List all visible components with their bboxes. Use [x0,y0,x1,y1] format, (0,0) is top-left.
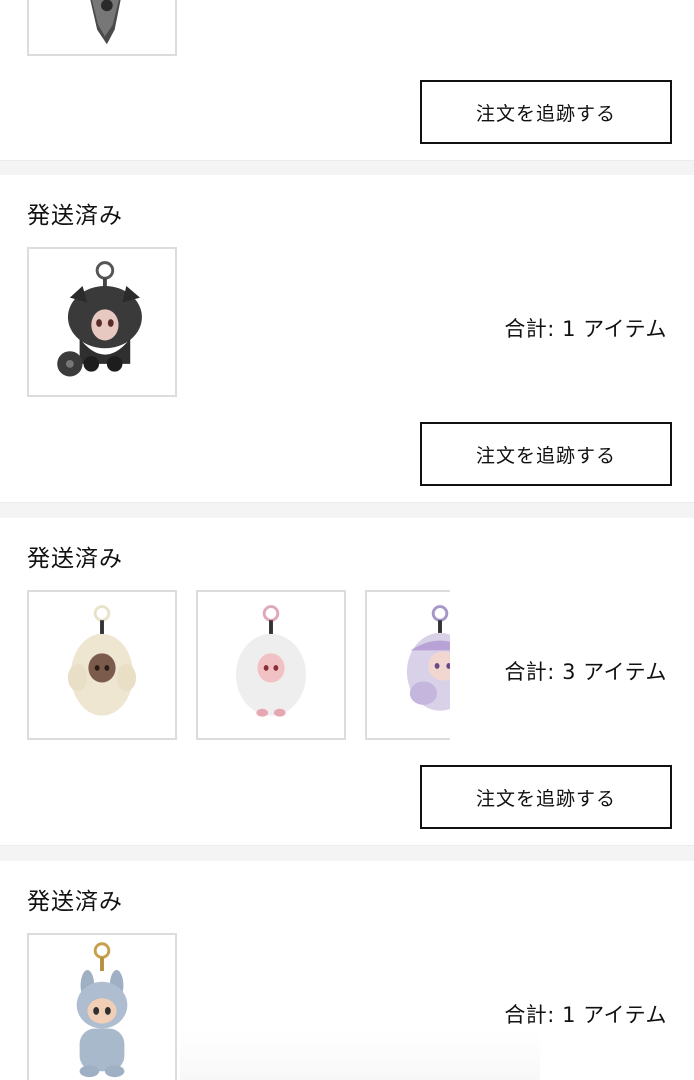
order-history-list: 注文を追跡する 発送済み 合計: 1 アイテム 注文を追跡する 発送済み 合計:… [0,0,694,1080]
order-item-thumbnail[interactable] [27,933,177,1080]
order-card: 発送済み 合計: 1 アイテム 注文を追跡する [0,175,694,503]
black-fur-doll-keychain-image [57,261,142,377]
order-status: 発送済み [27,889,123,915]
blue-bunny-plush-keychain-image [76,942,128,1078]
purple-fur-doll-keychain-image [406,605,450,711]
order-status: 発送済み [27,203,123,229]
order-item-thumbnail[interactable] [365,590,450,740]
order-total-items: 合計: 3 アイテム [504,660,667,684]
order-status: 発送済み [27,546,123,572]
order-total-items: 合計: 1 アイテム [504,1003,667,1027]
white-fur-doll-keychain-image [235,605,307,717]
track-order-button[interactable]: 注文を追跡する [420,422,672,486]
order-item-thumbnail[interactable] [27,0,177,56]
track-order-button[interactable]: 注文を追跡する [420,80,672,144]
order-item-thumbnail[interactable] [27,590,177,740]
track-order-button[interactable]: 注文を追跡する [420,765,672,829]
order-total-items: 合計: 1 アイテム [504,317,667,341]
cream-fur-doll-keychain-image [67,605,137,716]
dark-figure-keychain-image [90,0,121,45]
scroll-fade [180,1030,540,1080]
order-card: 注文を追跡する [0,0,694,161]
order-item-thumbnail[interactable] [196,590,346,740]
order-item-thumbnail[interactable] [27,247,177,397]
thumbnail-clip [365,590,450,740]
order-card: 発送済み 合計: 3 アイテム 注文を追跡する [0,518,694,846]
